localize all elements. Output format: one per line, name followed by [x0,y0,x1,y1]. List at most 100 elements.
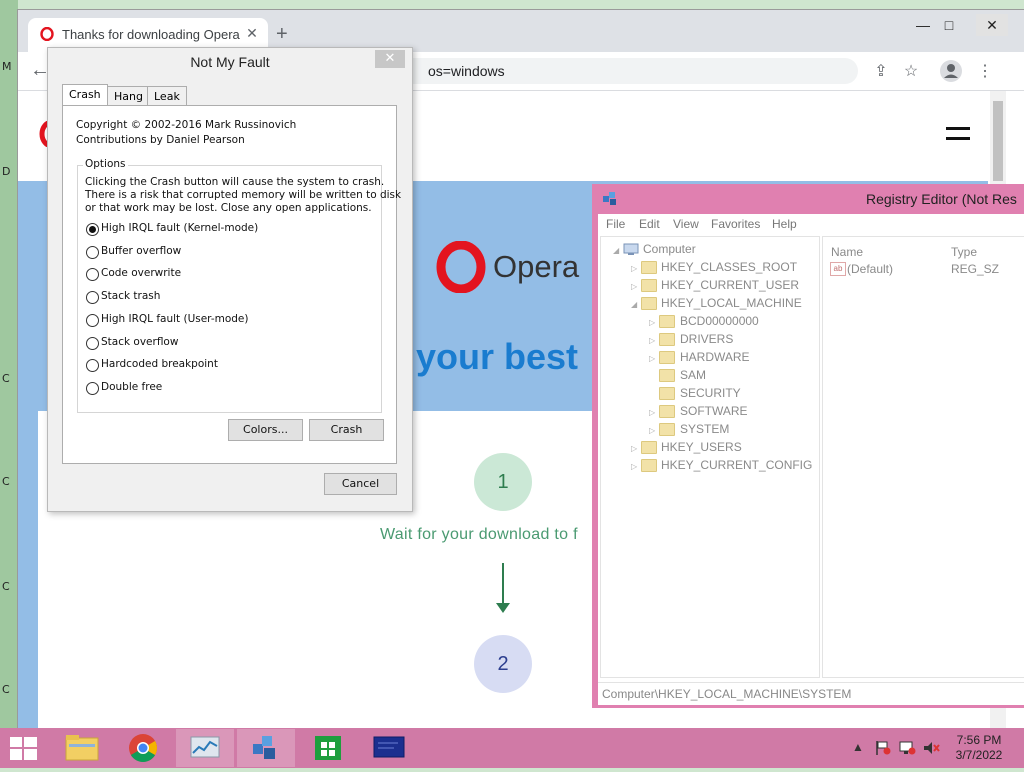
close-window-button[interactable]: ✕ [976,14,1008,36]
dialog-title: Not My Fault [190,54,270,70]
tree-node[interactable]: BCD00000000 [680,314,759,328]
column-header-name[interactable]: Name [831,245,863,259]
chrome-icon [129,734,157,762]
share-icon[interactable]: ⇪ [870,61,892,81]
radio-double-free[interactable] [86,382,99,395]
taskbar-chrome[interactable] [114,729,172,767]
folder-icon [659,387,675,400]
desktop-icon-label: C [2,683,10,696]
opera-logo-icon [436,241,486,293]
hamburger-menu-icon-bar [946,137,970,140]
taskbar-file-explorer[interactable] [53,729,111,767]
crash-button[interactable]: Crash [309,419,384,441]
radio-label[interactable]: Stack overflow [101,336,178,348]
store-icon [315,736,341,760]
column-header-type[interactable]: Type [951,245,977,259]
radio-code-overwrite[interactable] [86,268,99,281]
menu-help[interactable]: Help [772,217,797,231]
value-type: REG_SZ [951,262,1000,276]
computer-icon [623,243,639,255]
radio-label[interactable]: Hardcoded breakpoint [101,358,218,370]
radio-stack-trash[interactable] [86,291,99,304]
taskbar-remote-desktop[interactable] [360,729,418,767]
tab-close-icon[interactable]: ✕ [244,25,260,42]
expand-icon[interactable]: ▷ [649,408,655,417]
registry-editor-body: File Edit View Favorites Help ◢ Computer… [598,214,1024,705]
tab-leak[interactable]: Leak [147,86,187,106]
expand-icon[interactable]: ▷ [649,354,655,363]
step-one-badge: 1 [474,453,532,511]
radio-label[interactable]: Code overwrite [101,267,181,279]
scrollbar-thumb[interactable] [993,101,1003,181]
tree-node[interactable]: SAM [680,368,706,382]
opera-brand-name: Opera [493,249,580,284]
expand-icon[interactable]: ▷ [631,462,637,471]
string-value-icon: ab [830,262,846,276]
radio-hardcoded-breakpoint[interactable] [86,359,99,372]
system-clock[interactable]: 7:56 PM 3/7/2022 [948,733,1010,763]
expand-icon[interactable]: ▷ [649,426,655,435]
action-center-flag-icon[interactable] [874,740,892,756]
radio-label[interactable]: Stack trash [101,290,160,302]
windows-start-icon[interactable] [10,737,38,761]
folder-icon [659,315,675,328]
taskbar-store[interactable] [299,729,357,767]
tree-node[interactable]: HKEY_CLASSES_ROOT [661,260,797,274]
radio-high-irql-kernel[interactable] [86,223,99,236]
folder-icon [659,333,675,346]
taskbar-registry-editor[interactable] [237,729,295,767]
volume-muted-icon[interactable] [922,740,940,756]
folder-icon [641,459,657,472]
browser-menu-icon[interactable]: ⋮ [974,61,996,81]
bookmark-star-icon[interactable]: ☆ [900,61,922,81]
tab-hang[interactable]: Hang [107,86,150,106]
menu-edit[interactable]: Edit [639,217,660,231]
registry-path: Computer\HKEY_LOCAL_MACHINE\SYSTEM [602,687,852,701]
cancel-button[interactable]: Cancel [324,473,397,495]
menu-view[interactable]: View [673,217,699,231]
tree-node[interactable]: HKEY_USERS [661,440,742,454]
profile-avatar[interactable] [940,60,962,82]
radio-buffer-overflow[interactable] [86,246,99,259]
tree-node[interactable]: HKEY_LOCAL_MACHINE [661,296,802,310]
radio-label[interactable]: Double free [101,381,162,393]
maximize-button[interactable]: □ [934,14,964,36]
hamburger-menu-icon[interactable] [946,127,970,130]
tree-node[interactable]: HARDWARE [680,350,750,364]
tree-node[interactable]: SYSTEM [680,422,729,436]
tree-node[interactable]: HKEY_CURRENT_CONFIG [661,458,812,472]
copyright-text: Copyright © 2002-2016 Mark Russinovich [76,119,297,131]
radio-label[interactable]: Buffer overflow [101,245,181,257]
menu-file[interactable]: File [606,217,625,231]
expand-icon[interactable]: ▷ [649,336,655,345]
colors-button[interactable]: Colors... [228,419,303,441]
show-hidden-icons[interactable]: ▲ [852,740,864,754]
tab-crash[interactable]: Crash [62,84,108,107]
radio-high-irql-user[interactable] [86,314,99,327]
tree-node[interactable]: SOFTWARE [680,404,748,418]
radio-label[interactable]: High IRQL fault (Kernel-mode) [101,222,258,234]
crash-tab-panel: Copyright © 2002-2016 Mark Russinovich C… [62,105,401,464]
radio-stack-overflow[interactable] [86,337,99,350]
radio-label[interactable]: High IRQL fault (User-mode) [101,313,249,325]
desktop-icon-label: C [2,372,10,385]
expand-icon[interactable]: ▷ [649,318,655,327]
not-my-fault-dialog: Not My Fault ✕ Crash Hang Leak Copyright… [47,47,413,512]
tree-node[interactable]: DRIVERS [680,332,733,346]
tree-node[interactable]: HKEY_CURRENT_USER [661,278,799,292]
registry-tree: ◢ Computer ▷ HKEY_CLASSES_ROOT ▷ HKEY_CU… [600,236,820,678]
tree-node[interactable]: SECURITY [680,386,741,400]
expand-icon[interactable]: ▷ [631,282,637,291]
step-two-badge: 2 [474,635,532,693]
collapse-icon[interactable]: ◢ [631,300,637,309]
network-icon[interactable] [898,740,916,756]
taskbar-resource-monitor[interactable] [176,729,234,767]
dialog-close-button[interactable]: ✕ [375,50,405,68]
menu-favorites[interactable]: Favorites [711,217,760,231]
value-name[interactable]: (Default) [847,262,893,276]
expand-icon[interactable]: ▷ [631,264,637,273]
expand-icon[interactable]: ▷ [631,444,637,453]
new-tab-button[interactable]: + [276,24,288,44]
collapse-icon[interactable]: ◢ [613,246,619,255]
tree-node-computer[interactable]: Computer [643,242,696,256]
